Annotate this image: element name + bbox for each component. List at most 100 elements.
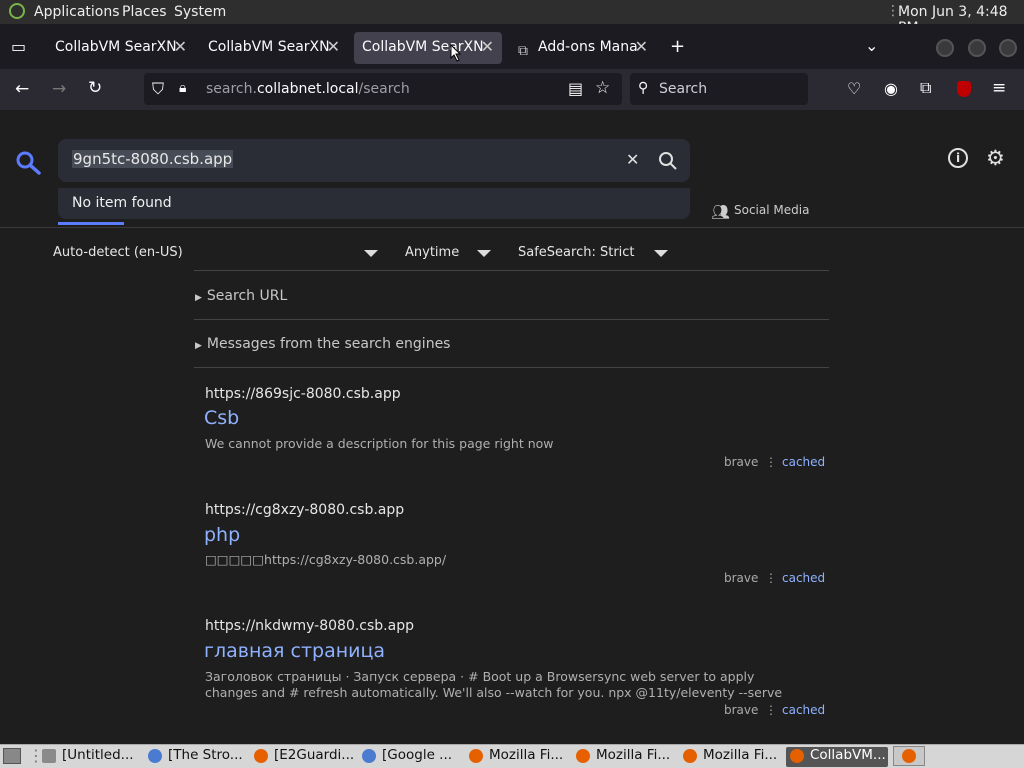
close-tab-icon[interactable]: ✕ xyxy=(174,37,187,56)
tab-collabvm-1[interactable]: CollabVM SearXNG ✕ xyxy=(47,32,195,64)
reload-icon[interactable]: ↻ xyxy=(88,80,102,97)
account-icon[interactable]: ◉ xyxy=(884,81,898,97)
browser-icon xyxy=(148,749,162,763)
result-cached-link[interactable]: cached xyxy=(782,455,825,469)
taskbar-item[interactable]: [The Stro... xyxy=(144,747,244,767)
workspace-switcher[interactable] xyxy=(893,746,925,766)
result-title-link[interactable]: Csb xyxy=(204,407,239,429)
search-query-box[interactable]: 9gn5tc-8080.csb.app ✕ xyxy=(58,139,690,182)
show-desktop-icon[interactable] xyxy=(3,748,21,764)
window-maximize-icon[interactable] xyxy=(968,39,986,57)
window-minimize-icon[interactable] xyxy=(936,39,954,57)
language-select[interactable]: Auto-detect (en-US) xyxy=(53,245,183,260)
active-category-underline xyxy=(58,222,124,225)
submit-search-icon[interactable] xyxy=(658,151,678,171)
close-tab-icon[interactable]: ✕ xyxy=(635,37,648,56)
taskbar-item[interactable]: [Google ... xyxy=(358,747,458,767)
menu-applications[interactable]: Applications xyxy=(34,4,120,20)
back-arrow-icon[interactable]: ← xyxy=(15,81,29,98)
people-icon[interactable]: 👥︎ xyxy=(711,203,730,221)
taskbar-item[interactable]: [Untitled... xyxy=(38,747,138,767)
safesearch-select[interactable]: SafeSearch: Strict xyxy=(518,245,635,260)
url-bar[interactable]: ⛉ 🔒︎ search.collabnet.local/search ▤ ☆ xyxy=(144,73,622,105)
searxng-logo-search-icon[interactable] xyxy=(15,150,43,176)
section-divider xyxy=(194,270,829,271)
taskbar-item[interactable]: Mozilla Fi... xyxy=(679,747,781,767)
result-url[interactable]: https://869sjc-8080.csb.app xyxy=(205,386,401,402)
search-url-details[interactable]: ▶ Search URL xyxy=(195,288,287,304)
close-tab-icon[interactable]: ✕ xyxy=(481,37,494,56)
result-title-link[interactable]: главная страница xyxy=(204,640,385,662)
lock-icon[interactable]: 🔒︎ xyxy=(179,81,186,95)
taskbar-item[interactable]: Mozilla Fi... xyxy=(572,747,674,767)
time-dropdown-chevron-icon[interactable] xyxy=(477,250,491,257)
header-divider xyxy=(0,227,1024,228)
result-url[interactable]: https://cg8xzy-8080.csb.app xyxy=(205,502,404,518)
clear-search-icon[interactable]: ✕ xyxy=(626,152,639,168)
searxng-header: 9gn5tc-8080.csb.app ✕ No item found 👥︎ S… xyxy=(0,110,1024,227)
tab-overview-icon[interactable]: ▭ xyxy=(11,39,26,55)
result-engine: brave xyxy=(724,571,759,585)
top-panel: Applications Places System ⋮ Mon Jun 3, … xyxy=(0,0,1024,36)
info-icon[interactable]: i xyxy=(948,148,968,168)
result-cached-link[interactable]: cached xyxy=(782,703,825,717)
result-description: We cannot provide a description for this… xyxy=(205,436,554,451)
result-url[interactable]: https://nkdwmy-8080.csb.app xyxy=(205,618,414,634)
window-close-icon[interactable] xyxy=(999,39,1017,57)
firefox-icon xyxy=(790,749,804,763)
close-tab-icon[interactable]: ✕ xyxy=(327,37,340,56)
search-bar[interactable]: ⚲ Search xyxy=(630,73,808,105)
firefox-icon xyxy=(683,749,697,763)
tab-addons-manager[interactable]: ⧉ Add-ons Manager✕ xyxy=(508,32,656,64)
tab-collabvm-2[interactable]: CollabVM SearXNG ✕ xyxy=(200,32,348,64)
url-text[interactable]: search.collabnet.local/search xyxy=(206,81,410,97)
settings-gear-icon[interactable]: ⚙ xyxy=(986,148,1005,169)
tab-title: CollabVM SearXNG xyxy=(208,39,330,55)
tab-title: Add-ons Manager xyxy=(538,39,638,55)
search-icon: ⚲ xyxy=(638,80,649,96)
hamburger-menu-icon[interactable]: ≡ xyxy=(992,80,1006,97)
language-dropdown-chevron-icon[interactable] xyxy=(364,250,378,257)
result-description: Заголовок страницы · Запуск сервера · # … xyxy=(205,669,783,700)
extensions-puzzle-icon[interactable]: ⧉ xyxy=(920,80,931,96)
result-separator-icon: ⋮ xyxy=(765,703,777,717)
gnome-foot-icon[interactable] xyxy=(9,3,25,19)
taskbar-item[interactable]: [E2Guardi... xyxy=(250,747,354,767)
menu-system[interactable]: System xyxy=(174,4,226,20)
engine-messages-details[interactable]: ▶ Messages from the search engines xyxy=(195,336,450,352)
taskbar-item[interactable]: Mozilla Fi... xyxy=(465,747,567,767)
search-query-input[interactable]: 9gn5tc-8080.csb.app xyxy=(72,150,234,168)
section-divider xyxy=(194,319,829,320)
firefox-icon xyxy=(469,749,483,763)
tab-title: CollabVM SearXNG xyxy=(362,39,484,55)
tab-collabvm-3[interactable]: CollabVM SearXNG ✕ xyxy=(354,32,502,64)
result-cached-link[interactable]: cached xyxy=(782,571,825,585)
ublock-origin-icon[interactable] xyxy=(957,81,971,97)
disclosure-triangle-icon: ▶ xyxy=(195,293,202,303)
shield-icon[interactable]: ⛉ xyxy=(152,81,164,97)
safesearch-dropdown-chevron-icon[interactable] xyxy=(654,250,668,257)
tab-title: CollabVM SearXNG xyxy=(55,39,177,55)
time-range-select[interactable]: Anytime xyxy=(405,245,459,260)
autocomplete-dropdown: No item found xyxy=(58,188,690,219)
pocket-icon[interactable]: ♡ xyxy=(847,81,861,97)
taskbar-item-active[interactable]: CollabVM... xyxy=(786,747,888,767)
forward-arrow-icon[interactable]: → xyxy=(52,81,66,98)
menu-places[interactable]: Places xyxy=(122,4,167,20)
section-divider xyxy=(194,367,829,368)
category-social-media[interactable]: Social Media xyxy=(734,203,809,217)
tab-bar: ▭ CollabVM SearXNG ✕ CollabVM SearXNG ✕ Co… xyxy=(0,24,1024,69)
list-tabs-chevron-icon[interactable]: ⌄ xyxy=(865,38,878,54)
result-engine: brave xyxy=(724,455,759,469)
page-content: 9gn5tc-8080.csb.app ✕ No item found 👥︎ S… xyxy=(0,110,1024,744)
reader-view-icon[interactable]: ▤ xyxy=(568,81,583,97)
result-description: □□□□□https://cg8xzy-8080.csb.app/ xyxy=(205,552,447,567)
browser-icon xyxy=(362,749,376,763)
new-tab-icon[interactable]: + xyxy=(670,38,685,56)
result-title-link[interactable]: php xyxy=(204,524,240,546)
firefox-icon xyxy=(254,749,268,763)
bookmark-star-icon[interactable]: ☆ xyxy=(595,80,610,97)
disclosure-triangle-icon: ▶ xyxy=(195,341,202,351)
mouse-cursor-icon xyxy=(450,44,462,62)
result-separator-icon: ⋮ xyxy=(765,571,777,585)
